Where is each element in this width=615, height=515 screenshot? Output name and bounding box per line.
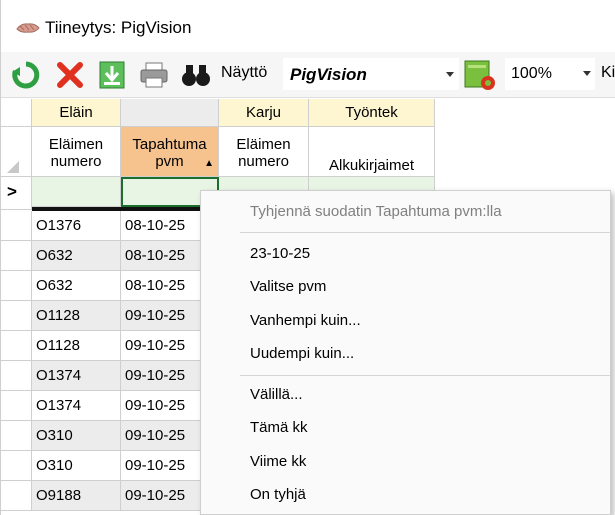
row-selector[interactable] xyxy=(1,481,32,511)
binoculars-icon xyxy=(182,65,210,86)
chevron-down-icon xyxy=(446,72,454,77)
header-line2: numero xyxy=(50,153,102,170)
row-selector[interactable] xyxy=(1,391,32,421)
menu-separator xyxy=(240,375,610,376)
menu-item-is-empty[interactable]: On tyhjä xyxy=(250,486,306,503)
pig-app-icon xyxy=(15,20,41,36)
row-selector[interactable] xyxy=(1,211,32,241)
cell-animal-number[interactable]: O1374 xyxy=(32,391,121,421)
menu-separator xyxy=(240,232,610,233)
menu-item-clear-filter[interactable]: Tyhjennä suodatin Tapahtuma pvm:lla xyxy=(250,203,502,220)
corner-triangle-icon xyxy=(7,161,19,173)
header-line2: numero xyxy=(238,153,289,170)
menu-item-older-than[interactable]: Vanhempi kuin... xyxy=(250,312,361,329)
date-filter-context-menu: Tyhjennä suodatin Tapahtuma pvm:lla 23-1… xyxy=(200,190,611,515)
current-row-indicator: > xyxy=(1,177,32,210)
cell-animal-number[interactable]: O632 xyxy=(32,271,121,301)
row-selector[interactable] xyxy=(1,361,32,391)
cell-animal-number[interactable]: O1128 xyxy=(32,331,121,361)
header-line1: Eläimen xyxy=(236,136,291,153)
cell-animal-number[interactable]: O1376 xyxy=(32,211,121,241)
title-bar: Tiineytys: PigVision xyxy=(1,0,615,50)
menu-item-this-month[interactable]: Tämä kk xyxy=(250,419,308,436)
cell-animal-number[interactable]: O310 xyxy=(32,451,121,481)
download-icon xyxy=(99,61,125,89)
cell-animal-number[interactable]: O9188 xyxy=(32,481,121,511)
row-selector[interactable] xyxy=(1,241,32,271)
window-title: Tiineytys: PigVision xyxy=(45,18,192,37)
sort-filter-icon: ▲ xyxy=(204,158,214,169)
cancel-button[interactable] xyxy=(53,59,87,91)
group-header-empty xyxy=(121,99,219,127)
zoom-select[interactable]: 100% xyxy=(505,58,595,90)
settings-gear-icon xyxy=(464,60,495,90)
menu-item-select-date[interactable]: Valitse pvm xyxy=(250,278,326,295)
column-header-animal-number[interactable]: Eläimen numero xyxy=(32,127,121,177)
settings-button[interactable] xyxy=(463,59,497,91)
column-header-boar-number[interactable]: Eläimen numero xyxy=(219,127,309,177)
cell-animal-number[interactable]: O1374 xyxy=(32,361,121,391)
app-window: Tiineytys: PigVision Näyttö PigVision 10… xyxy=(0,0,615,515)
header-line2: Alkukirjaimet xyxy=(328,157,415,174)
row-selector[interactable] xyxy=(1,301,32,331)
close-icon xyxy=(57,62,83,88)
row-selector[interactable] xyxy=(1,421,32,451)
header-row-selector xyxy=(1,127,32,177)
binoculars-button[interactable] xyxy=(179,59,213,91)
print-button[interactable] xyxy=(137,59,171,91)
printer-icon xyxy=(140,62,168,88)
refresh-button[interactable] xyxy=(9,59,43,91)
group-header-worker: Työntek xyxy=(309,99,435,127)
row-selector[interactable] xyxy=(1,331,32,361)
column-header-event-date[interactable]: Tapahtuma pvm ▲ xyxy=(121,127,219,177)
corner-cell xyxy=(1,99,32,127)
view-select[interactable]: PigVision xyxy=(283,58,459,90)
row-selector[interactable] xyxy=(1,271,32,301)
menu-item-date-value[interactable]: 23-10-25 xyxy=(250,245,310,262)
header-line1: Tapahtuma xyxy=(132,136,207,153)
menu-item-last-month[interactable]: Viime kk xyxy=(250,453,306,470)
cell-animal-number[interactable]: O632 xyxy=(32,241,121,271)
refresh-icon xyxy=(12,61,40,89)
toolbar-trailing-label: Ki xyxy=(601,64,615,81)
column-header-initials[interactable]: Alkukirjaimet xyxy=(309,127,435,177)
header-line1: Eläimen xyxy=(48,136,104,153)
view-label: Näyttö xyxy=(221,64,268,81)
group-header-boar: Karju xyxy=(219,99,309,127)
cell-animal-number[interactable]: O310 xyxy=(32,421,121,451)
zoom-value: 100% xyxy=(511,65,552,82)
toolbar: Näyttö PigVision 100% Ki xyxy=(1,52,615,98)
row-selector[interactable] xyxy=(1,451,32,481)
cell-animal-number[interactable]: O1128 xyxy=(32,301,121,331)
group-header-animal: Eläin xyxy=(32,99,121,127)
import-button[interactable] xyxy=(95,59,129,91)
chevron-down-icon xyxy=(583,71,591,76)
view-select-value: PigVision xyxy=(290,65,367,84)
filter-cell-animal[interactable] xyxy=(32,177,121,207)
menu-item-newer-than[interactable]: Uudempi kuin... xyxy=(250,345,354,362)
menu-item-between[interactable]: Välillä... xyxy=(250,386,303,403)
